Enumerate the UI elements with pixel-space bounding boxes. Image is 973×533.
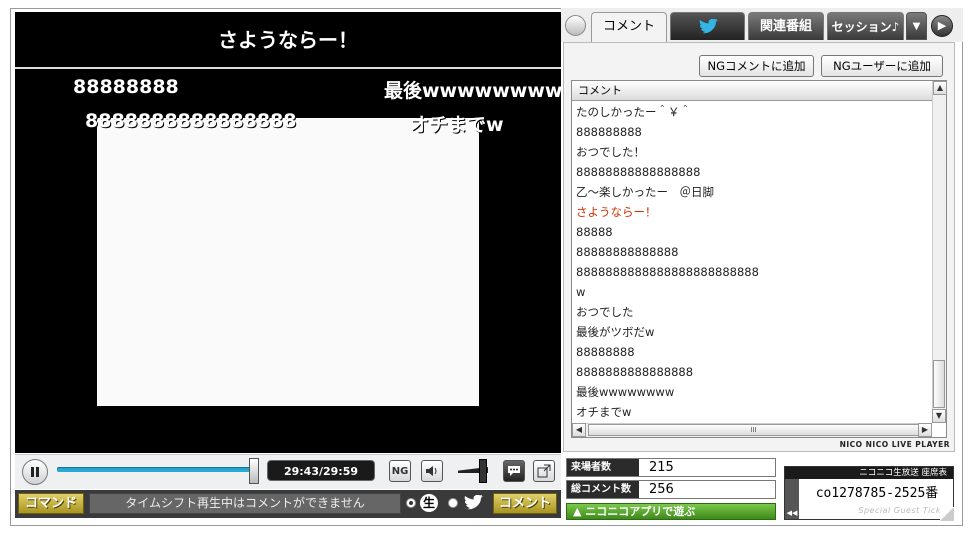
comment-row[interactable]: オチまでw	[572, 402, 930, 422]
back-circle-button[interactable]	[565, 15, 586, 36]
scroll-left-button[interactable]: ◀	[572, 423, 586, 437]
visitors-value: 215	[649, 460, 674, 475]
scroll-up-button[interactable]: ▲	[933, 81, 947, 95]
volume-handle[interactable]	[479, 459, 487, 483]
ticket-subtitle: Special Guest Ticket	[858, 506, 950, 515]
comment-row[interactable]: 88888	[572, 222, 930, 242]
nama-radio[interactable]	[406, 498, 416, 508]
comments-value: 256	[649, 482, 674, 497]
nama-icon: 生	[420, 494, 438, 512]
twitter-bird-icon	[464, 495, 483, 510]
twitter-radio[interactable]	[448, 498, 458, 508]
expand-icon	[537, 464, 551, 478]
comment-row[interactable]: 888888888	[572, 122, 930, 142]
comment-row[interactable]: 88888888888888	[572, 242, 930, 262]
comment-row[interactable]: 8888888888888888888888888	[572, 262, 930, 282]
command-button[interactable]: コマンド	[18, 493, 84, 514]
video-screen	[97, 118, 479, 406]
triangle-up-icon: ▲	[573, 505, 586, 518]
telop-banner: さようならー！	[15, 12, 561, 68]
speaker-icon	[426, 466, 437, 476]
time-display: 29:43/29:59	[267, 460, 375, 481]
post-target-radios: 生	[406, 494, 484, 512]
vertical-scroll-thumb[interactable]	[933, 360, 945, 408]
comment-row[interactable]: 最後wwwwwwww	[572, 382, 930, 402]
scroll-right-button[interactable]: ▶	[918, 423, 932, 437]
ng-icon: NG	[391, 465, 409, 477]
ticket-stub: ◀◀	[785, 479, 799, 519]
triangle-down-icon: ▼	[912, 21, 921, 32]
pause-icon	[31, 467, 34, 477]
mute-button[interactable]	[421, 460, 443, 482]
comment-row[interactable]: さようならー！	[572, 202, 930, 222]
scroll-down-button[interactable]: ▼	[932, 409, 946, 423]
speech-bubble-icon	[508, 466, 520, 476]
player-brand: NICO NICO LIVE PLAYER	[839, 440, 950, 449]
ticket-number: co1278785-2525番	[815, 486, 939, 501]
telop-divider	[15, 67, 561, 69]
comment-row[interactable]: たのしかったー＾￥＾	[572, 102, 930, 122]
horizontal-scroll-thumb[interactable]: III	[588, 424, 919, 436]
tab-twitter[interactable]	[670, 12, 745, 40]
twitter-bird-icon	[698, 18, 718, 34]
flowing-comment: 8888888888888888	[85, 110, 297, 132]
comment-row[interactable]: 88888888	[572, 342, 930, 362]
flowing-comment: 最後wwwwwwww	[384, 80, 561, 102]
tab-menu-button[interactable]: ▼	[906, 12, 927, 40]
app-play-label: ニコニコアプリで遊ぶ	[585, 505, 696, 518]
rewind-icon: ◀◀	[786, 509, 798, 517]
app-play-button[interactable]: ▲ ニコニコアプリで遊ぶ	[566, 503, 776, 520]
comment-row[interactable]: 最後がツボだw	[572, 322, 930, 342]
comment-toggle-button[interactable]	[503, 460, 525, 482]
tab-next-button[interactable]: ▶	[931, 15, 953, 37]
ng-setting-button[interactable]: NG	[389, 460, 411, 482]
seek-handle[interactable]	[249, 458, 259, 484]
ng-user-button[interactable]: NGユーザーに追加	[821, 55, 943, 77]
tab-session[interactable]: セッション♪	[827, 12, 904, 40]
comment-row[interactable]: おつでした！	[572, 142, 930, 162]
ng-comment-button[interactable]: NGコメントに追加	[699, 55, 814, 77]
comments-label: 総コメント数	[567, 481, 639, 498]
tab-related[interactable]: 関連番組	[748, 12, 824, 40]
ticket-fold	[940, 507, 954, 521]
fullscreen-button[interactable]	[533, 460, 555, 482]
visitors-label: 来場者数	[567, 459, 639, 476]
comment-row[interactable]: 乙〜楽しかったー ＠日脚	[572, 182, 930, 202]
flowing-comment: オチまでw	[410, 114, 504, 136]
comments-stat: 総コメント数 256	[566, 480, 776, 499]
seek-bar[interactable]	[57, 467, 255, 472]
visitors-stat: 来場者数 215	[566, 458, 776, 477]
comment-row[interactable]: 88888888888888888	[572, 162, 930, 182]
flowing-comment: 88888888	[73, 76, 179, 98]
comment-row[interactable]: おつでした	[572, 302, 930, 322]
comment-row[interactable]: 8888888888888888	[572, 362, 930, 382]
comment-rows: たのしかったー＾￥＾ 888888888 おつでした！ 888888888888888…	[572, 102, 930, 422]
comment-column-header[interactable]: コメント	[572, 81, 932, 101]
comment-input[interactable]: タイムシフト再生中はコメントができません	[89, 493, 401, 514]
comment-post-button[interactable]: コメント	[493, 493, 557, 514]
ticket-header: ニコニコ生放送 座席表	[785, 467, 953, 479]
pause-button[interactable]	[22, 459, 48, 485]
play-icon: ▶	[937, 19, 947, 32]
tab-comment[interactable]: コメント	[591, 12, 667, 43]
comment-row[interactable]: w	[572, 282, 930, 302]
